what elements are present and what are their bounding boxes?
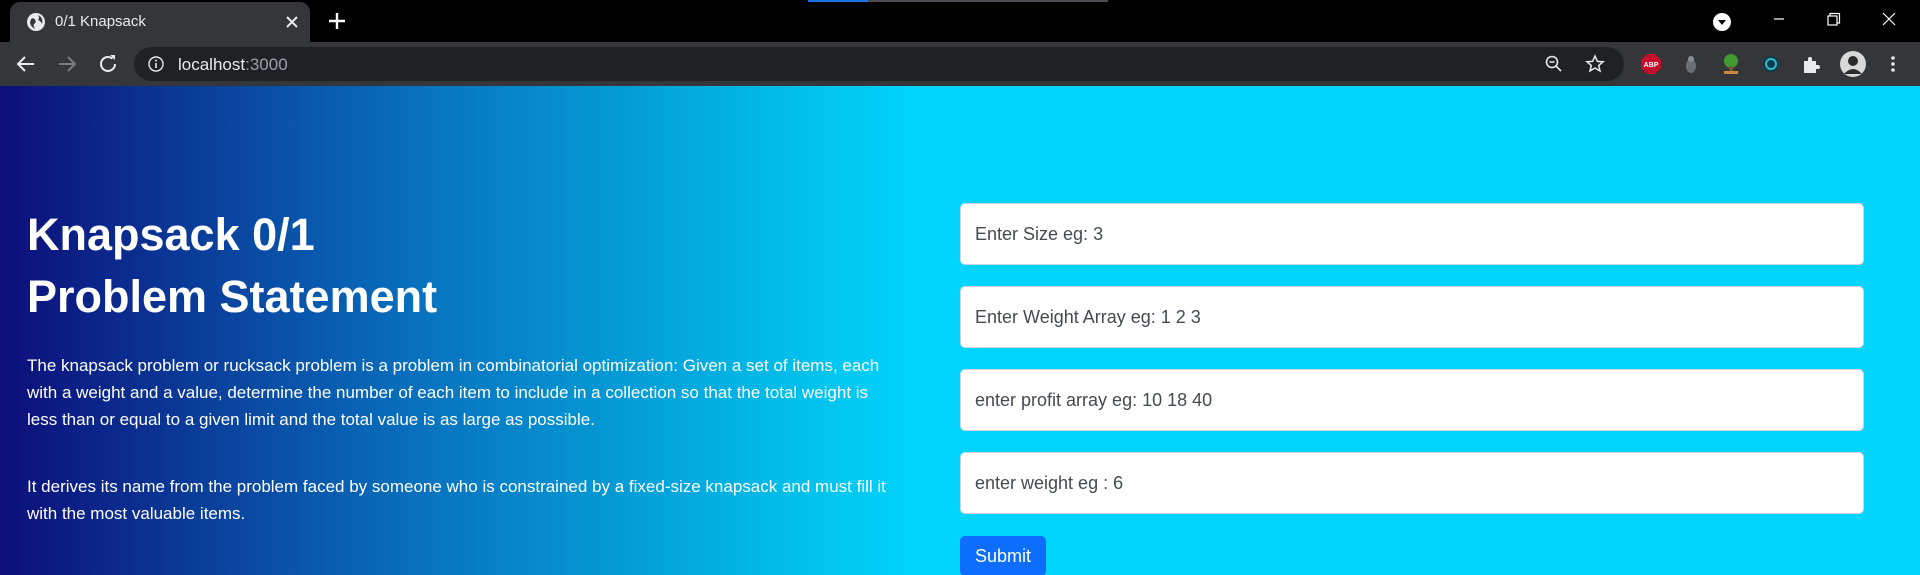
kebab-menu-icon[interactable] bbox=[1883, 54, 1903, 74]
zoom-icon[interactable] bbox=[1544, 54, 1564, 74]
browser-tab[interactable]: 0/1 Knapsack bbox=[10, 2, 310, 42]
adblock-plus-icon[interactable]: ABP bbox=[1640, 53, 1662, 75]
svg-text:ABP: ABP bbox=[1644, 62, 1659, 69]
page-title: Knapsack 0/1 Problem Statement bbox=[27, 204, 437, 328]
extensions-puzzle-icon[interactable] bbox=[1800, 53, 1822, 75]
address-bar[interactable]: localhost:3000 bbox=[134, 47, 1624, 81]
browser-titlebar: 0/1 Knapsack bbox=[0, 0, 1920, 42]
name-origin-description: It derives its name from the problem fac… bbox=[27, 477, 886, 523]
extension-gray-icon[interactable] bbox=[1680, 53, 1702, 75]
tab-title: 0/1 Knapsack bbox=[55, 13, 146, 30]
problem-description: The knapsack problem or rucksack problem… bbox=[27, 356, 880, 429]
title-line-2: Problem Statement bbox=[27, 271, 438, 322]
capacity-input[interactable] bbox=[960, 452, 1864, 514]
page-content: Knapsack 0/1 Problem Statement The knaps… bbox=[0, 86, 1920, 575]
loading-indicator bbox=[808, 0, 1108, 2]
extension-tree-icon[interactable] bbox=[1720, 53, 1742, 75]
bookmark-star-icon[interactable] bbox=[1585, 54, 1605, 74]
close-icon[interactable] bbox=[283, 13, 301, 31]
browser-toolbar: localhost:3000 ABP bbox=[0, 42, 1920, 86]
minimize-icon[interactable] bbox=[1756, 0, 1802, 42]
info-icon[interactable] bbox=[148, 56, 164, 72]
forward-arrow-icon[interactable] bbox=[55, 52, 79, 76]
tab-search-dropdown-icon[interactable] bbox=[1712, 12, 1732, 32]
profit-array-input[interactable] bbox=[960, 369, 1864, 431]
reload-icon[interactable] bbox=[96, 52, 120, 76]
back-arrow-icon[interactable] bbox=[14, 52, 38, 76]
window-close-icon[interactable] bbox=[1866, 0, 1912, 42]
submit-button[interactable]: Submit bbox=[960, 536, 1046, 575]
globe-icon bbox=[27, 13, 45, 31]
new-tab-plus-icon[interactable] bbox=[326, 10, 348, 32]
size-input[interactable] bbox=[960, 203, 1864, 265]
weight-array-input[interactable] bbox=[960, 286, 1864, 348]
extension-teal-icon[interactable] bbox=[1760, 53, 1782, 75]
title-line-1: Knapsack 0/1 bbox=[27, 209, 315, 260]
profile-avatar-icon[interactable] bbox=[1839, 50, 1867, 78]
restore-icon[interactable] bbox=[1810, 0, 1856, 42]
url-text: localhost:3000 bbox=[178, 55, 288, 74]
